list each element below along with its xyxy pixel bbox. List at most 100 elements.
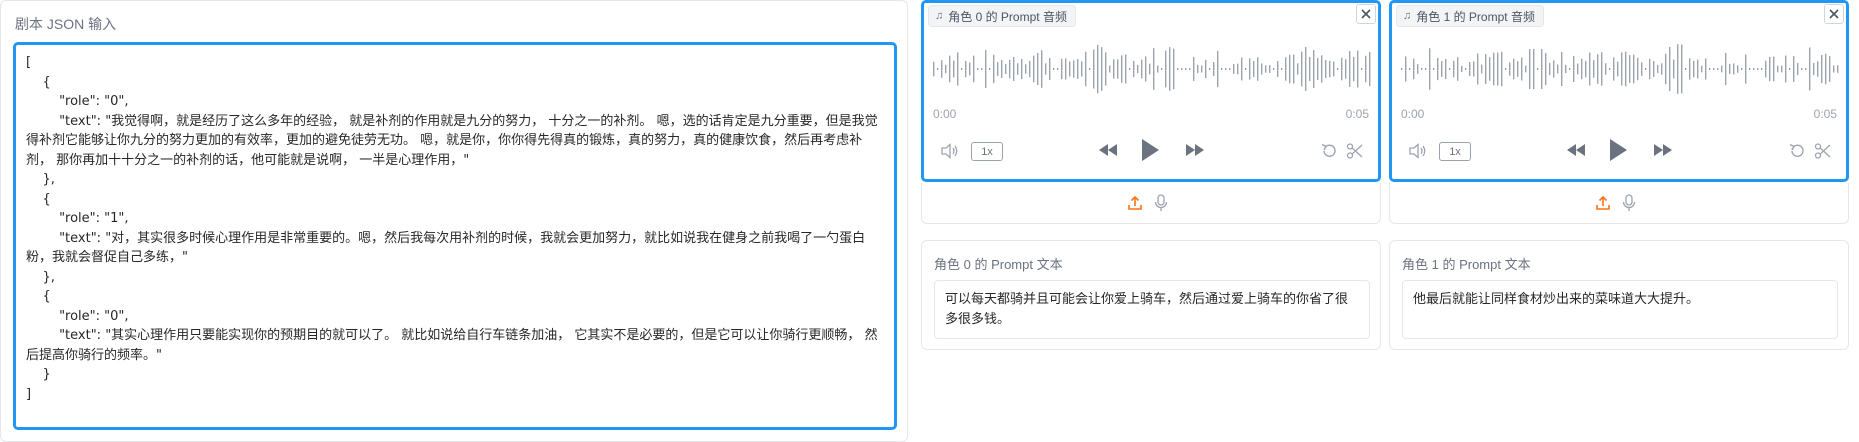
waveform-bar <box>1341 57 1343 81</box>
trim-button[interactable] <box>1346 142 1364 165</box>
waveform-bar <box>1413 58 1415 80</box>
waveform-bar <box>1089 68 1091 70</box>
rewind-button[interactable] <box>1097 143 1119 162</box>
waveform-bar <box>1017 63 1019 75</box>
waveform-bar <box>1073 60 1075 78</box>
waveform[interactable] <box>1399 41 1839 97</box>
volume-button[interactable] <box>940 143 960 164</box>
waveform-bar <box>1097 44 1099 94</box>
waveform-bar <box>1253 61 1255 77</box>
waveform-bar <box>1677 44 1679 94</box>
waveform-bar <box>1833 65 1835 73</box>
fast-forward-button[interactable] <box>1184 143 1206 162</box>
waveform-bar <box>1633 54 1635 84</box>
rewind-button[interactable] <box>1565 143 1587 162</box>
json-input-textarea[interactable] <box>13 42 897 430</box>
waveform-bar <box>1777 65 1779 73</box>
waveform-bar <box>1125 54 1127 84</box>
waveform-bar <box>1133 60 1135 78</box>
waveform-bar <box>1009 59 1011 79</box>
waveform-bar <box>1405 56 1407 82</box>
waveform-bar <box>1769 56 1771 82</box>
trim-button[interactable] <box>1814 142 1832 165</box>
waveform-bar <box>1033 55 1035 83</box>
waveform-bar <box>1557 64 1559 74</box>
prompt-text-input[interactable]: 他最后就能让同样食材炒出来的菜味道大大提升。 <box>1402 280 1838 339</box>
audio-player: ♫ 角色 1 的 Prompt 音频 0:00 0:05 1x <box>1389 0 1849 182</box>
playback-speed-button[interactable]: 1x <box>1439 142 1471 161</box>
waveform-bar <box>1061 58 1063 80</box>
microphone-button[interactable] <box>1622 194 1636 217</box>
waveform[interactable] <box>931 41 1371 97</box>
undo-button[interactable] <box>1320 142 1338 165</box>
close-button[interactable] <box>1356 4 1376 24</box>
time-duration: 0:05 <box>1813 107 1837 121</box>
waveform-bar <box>1013 57 1015 81</box>
prompt-text-input[interactable]: 可以每天都骑并且可能会让你爱上骑车，然后通过爱上骑车的你省了很多很多钱。 <box>934 280 1370 339</box>
play-button[interactable] <box>1607 137 1629 168</box>
waveform-bar <box>1465 68 1467 70</box>
volume-button[interactable] <box>1408 143 1428 164</box>
waveform-bar <box>1337 68 1339 70</box>
waveform-bar <box>1753 68 1755 70</box>
json-input-panel: 剧本 JSON 输入 <box>0 0 908 442</box>
waveform-bar <box>985 49 987 89</box>
waveform-bar <box>1309 56 1311 82</box>
waveform-bar <box>1725 52 1727 86</box>
waveform-bar <box>1629 55 1631 83</box>
waveform-bar <box>1093 49 1095 89</box>
playback-speed-button[interactable]: 1x <box>971 142 1003 161</box>
audio-label-badge: ♫ 角色 1 的 Prompt 音频 <box>1396 5 1544 27</box>
waveform-bar <box>1521 57 1523 81</box>
waveform-bar <box>1497 52 1499 86</box>
undo-button[interactable] <box>1788 142 1806 165</box>
waveform-bar <box>953 60 955 78</box>
prompt-text-panel-role-0: 角色 0 的 Prompt 文本 可以每天都骑并且可能会让你爱上骑车，然后通过爱… <box>921 240 1381 350</box>
upload-button[interactable] <box>1127 195 1143 216</box>
waveform-bar <box>1721 65 1723 73</box>
play-button[interactable] <box>1139 137 1161 168</box>
waveform-bar <box>1569 68 1571 70</box>
waveform-bar <box>1041 50 1043 88</box>
waveform-bar <box>1349 51 1351 87</box>
waveform-bar <box>1361 68 1363 70</box>
waveform-bar <box>1477 53 1479 85</box>
waveform-bar <box>1801 68 1803 70</box>
waveform-bar <box>1577 63 1579 75</box>
waveform-bar <box>949 55 951 83</box>
microphone-button[interactable] <box>1154 194 1168 217</box>
waveform-bar <box>1517 61 1519 77</box>
waveform-bar <box>1101 47 1103 91</box>
play-icon <box>1142 139 1159 161</box>
waveform-bar <box>1233 64 1235 74</box>
waveform-bar <box>1537 68 1539 70</box>
waveform-bar <box>997 62 999 76</box>
waveform-bar <box>1437 57 1439 81</box>
waveform-bar <box>1429 48 1431 90</box>
waveform-bar <box>1669 46 1671 92</box>
undo-icon <box>1321 143 1336 157</box>
waveform-bar <box>1305 47 1307 91</box>
waveform-bar <box>1209 68 1211 70</box>
waveform-bar <box>1553 60 1555 78</box>
close-button[interactable] <box>1824 4 1844 24</box>
waveform-bar <box>1617 61 1619 77</box>
waveform-bar <box>1069 61 1071 77</box>
waveform-bar <box>1621 52 1623 86</box>
waveform-bar <box>1121 55 1123 83</box>
waveform-bar <box>981 68 983 70</box>
scissors-icon <box>1346 143 1363 159</box>
close-icon <box>1361 9 1371 19</box>
waveform-bar <box>1685 68 1687 70</box>
music-note-icon: ♫ <box>1403 10 1412 22</box>
waveform-bar <box>1353 56 1355 82</box>
upload-button[interactable] <box>1595 195 1611 216</box>
music-note-icon: ♫ <box>935 10 944 22</box>
waveform-bar <box>1293 54 1295 84</box>
waveform-bar <box>1561 51 1563 87</box>
time-current: 0:00 <box>1401 107 1425 121</box>
waveform-bar <box>1329 60 1331 78</box>
waveform-bar <box>1789 68 1791 70</box>
fast-forward-button[interactable] <box>1652 143 1674 162</box>
waveform-bar <box>1645 68 1647 70</box>
